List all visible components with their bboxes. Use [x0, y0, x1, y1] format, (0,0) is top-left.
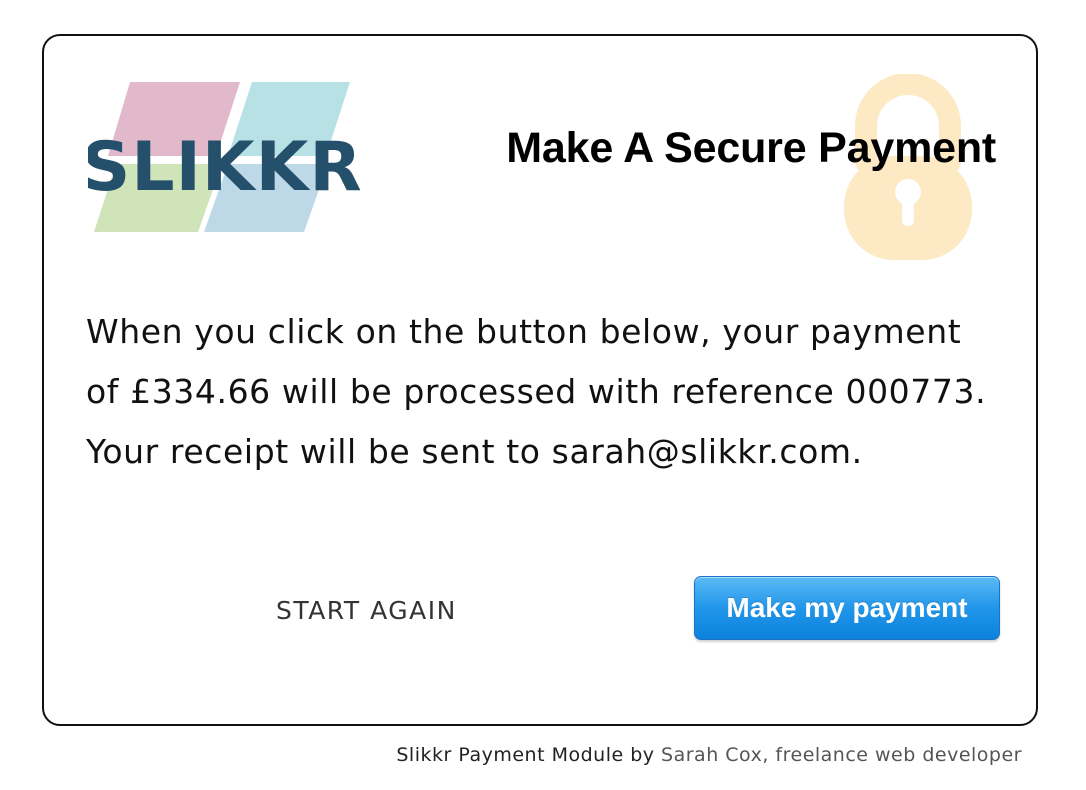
footer-prefix: Slikkr Payment Module by [396, 744, 662, 766]
start-again-button[interactable]: START AGAIN [276, 596, 457, 625]
make-payment-button[interactable]: Make my payment [694, 576, 1000, 640]
author-link[interactable]: Sarah Cox, freelance web developer [661, 744, 1022, 766]
payment-card: SLIKKR Make A Secure Payment When you cl… [42, 34, 1038, 726]
slikkr-logo: SLIKKR [88, 80, 360, 236]
page-title: Make A Secure Payment [506, 124, 996, 172]
payment-message: When you click on the button below, your… [86, 312, 987, 471]
svg-text:SLIKKR: SLIKKR [88, 128, 360, 207]
footer-credit: Slikkr Payment Module by Sarah Cox, free… [396, 744, 1022, 766]
